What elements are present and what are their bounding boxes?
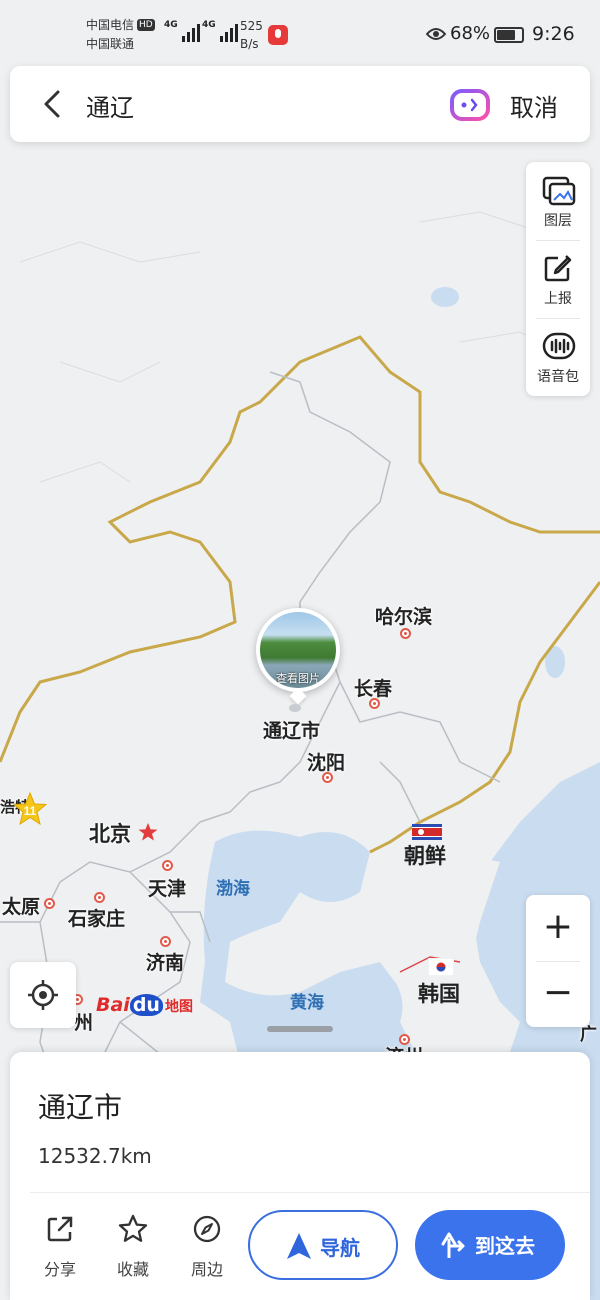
sea-label-bohai: 渤海 [216, 879, 250, 899]
back-arrow-icon[interactable] [36, 86, 70, 122]
highway-number: 11 [24, 804, 37, 818]
place-info-card: 通辽市 12532.7km 分享 收藏 周边 导航 到这去 [10, 1052, 590, 1300]
carrier-info: 中国电信 HD 中国联通 [86, 16, 155, 54]
carrier-2: 中国联通 [86, 37, 135, 51]
zoom-in-button[interactable]: + [526, 895, 590, 961]
search-query[interactable]: 通辽 [86, 88, 134, 123]
network-type-2: 4G [202, 20, 216, 30]
report-button[interactable]: 上报 [526, 240, 590, 318]
nearby-button[interactable]: 周边 [177, 1214, 237, 1279]
highway-badge-icon: 11 [12, 792, 48, 826]
location-photo-pin[interactable]: 查看图片 [256, 608, 340, 705]
city-dot-taiyuan[interactable] [44, 898, 55, 909]
microphone-icon [268, 25, 288, 45]
country-label-north-korea: 朝鲜 [404, 844, 446, 868]
navigate-label: 导航 [320, 1236, 360, 1260]
route-arrow-icon [441, 1232, 465, 1258]
share-label: 分享 [43, 1260, 76, 1279]
crosshair-location-icon [28, 980, 58, 1010]
place-distance: 12532.7km [38, 1144, 152, 1168]
city-label-tongliao[interactable]: 通辽市 [263, 716, 320, 743]
view-photo-label: 查看图片 [276, 672, 320, 685]
city-dot-harbin[interactable] [400, 628, 411, 639]
city-dot-jeju[interactable] [399, 1034, 410, 1045]
network-speed: 525 B/s [240, 19, 263, 51]
favorite-label: 收藏 [116, 1260, 149, 1279]
city-dot-changchun[interactable] [369, 698, 380, 709]
zoom-controls: + − [526, 895, 590, 1027]
sheet-drag-handle[interactable] [267, 1026, 333, 1032]
hd-badge: HD [137, 19, 155, 31]
zoom-out-button[interactable]: − [526, 961, 590, 1027]
go-here-label: 到这去 [475, 1234, 535, 1258]
compass-icon [193, 1215, 221, 1243]
sea-label-yellow-sea: 黄海 [290, 993, 324, 1013]
city-label-tianjin[interactable]: 天津 [148, 874, 186, 901]
city-dot-shenyang[interactable] [322, 772, 333, 783]
navigate-button[interactable]: 导航 [248, 1210, 398, 1280]
voice-pack-label: 语音包 [537, 369, 579, 385]
voice-pack-icon [542, 332, 576, 360]
search-bar: 通辽 取消 [10, 66, 590, 142]
flag-south-korea-icon [428, 958, 454, 976]
layers-label: 图层 [544, 213, 572, 229]
battery-percent: 68% [450, 23, 491, 44]
favorite-button[interactable]: 收藏 [103, 1214, 163, 1279]
carrier-1: 中国电信 [86, 18, 135, 32]
battery-icon [494, 27, 524, 43]
share-button[interactable]: 分享 [30, 1214, 90, 1279]
share-icon [47, 1216, 73, 1242]
city-label-shijiazhuang[interactable]: 石家庄 [68, 904, 125, 931]
place-name: 通辽市 [38, 1091, 123, 1124]
network-type-1: 4G [164, 20, 178, 30]
city-label-zhengzhou[interactable]: 州 [74, 1008, 93, 1035]
star-icon [118, 1214, 148, 1242]
voice-assistant-icon[interactable] [450, 88, 490, 122]
eye-icon [426, 28, 446, 40]
city-dot-shijiazhuang[interactable] [94, 892, 105, 903]
layers-icon [542, 176, 576, 206]
city-label-harbin[interactable]: 哈尔滨 [375, 602, 432, 629]
city-label-shenyang[interactable]: 沈阳 [307, 748, 345, 775]
location-photo[interactable]: 查看图片 [260, 612, 336, 688]
edit-report-icon [544, 255, 572, 282]
signal-icon: 4G [164, 20, 200, 42]
my-location-button[interactable] [10, 962, 76, 1028]
baidu-map-logo: Bai du 地图 [96, 994, 193, 1016]
country-label-south-korea: 韩国 [418, 982, 460, 1006]
clock: 9:26 [532, 23, 575, 45]
go-here-button[interactable]: 到这去 [415, 1210, 565, 1280]
city-label-taiyuan[interactable]: 太原 [2, 892, 40, 919]
flag-north-korea-icon [412, 824, 442, 840]
navigation-arrow-icon [287, 1233, 311, 1259]
city-label-jinan[interactable]: 济南 [146, 948, 184, 975]
report-label: 上报 [544, 291, 572, 307]
voice-pack-button[interactable]: 语音包 [526, 318, 590, 396]
signal-icon-2: 4G [202, 20, 238, 42]
city-label-changchun[interactable]: 长春 [354, 674, 392, 701]
city-label-beijing[interactable]: 北京 [89, 818, 131, 848]
status-bar: 中国电信 HD 中国联通 4G 4G 525 B/s 68% 9:26 [0, 0, 600, 62]
cancel-button[interactable]: 取消 [510, 88, 558, 123]
capital-star-icon [138, 823, 158, 841]
pin-anchor-dot [289, 704, 301, 712]
city-dot-tianjin[interactable] [162, 860, 173, 871]
city-dot-jinan[interactable] [160, 936, 171, 947]
nearby-label: 周边 [190, 1260, 223, 1279]
map-tools-panel: 图层 上报 语音包 [526, 162, 590, 396]
layers-button[interactable]: 图层 [526, 162, 590, 240]
